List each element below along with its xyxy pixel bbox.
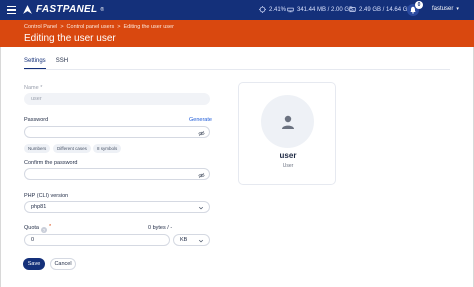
disk-stat: 2.49 GB / 14.64 GB <box>349 6 411 13</box>
tab-settings[interactable]: Settings <box>24 58 46 69</box>
disk-value: 2.49 GB / 14.64 GB <box>359 6 412 13</box>
user-card: user User <box>238 82 336 185</box>
user-card-name: user <box>279 151 297 160</box>
window-border-left <box>0 47 1 287</box>
cpu-stat: 2.41% <box>259 6 286 13</box>
quota-label-text: Quota <box>24 225 39 231</box>
notification-count-badge: 0 <box>415 1 423 9</box>
quota-unit-value: KB <box>180 237 188 243</box>
help-icon[interactable]: ? <box>41 227 47 233</box>
tab-ssh[interactable]: SSH <box>56 58 68 69</box>
page-header: Control Panel > Control panel users > Ed… <box>0 20 474 47</box>
breadcrumb-current: Editing the user user <box>123 24 174 30</box>
logo[interactable]: FASTPANEL ® <box>22 4 104 15</box>
cpu-value: 2.41% <box>269 6 287 13</box>
avatar <box>261 95 314 148</box>
disk-icon <box>349 7 356 12</box>
generate-password-link[interactable]: Generate <box>189 117 212 123</box>
quota-unit-select[interactable]: KB <box>173 234 210 246</box>
name-label-text: Name <box>24 85 39 91</box>
php-version-value: php81 <box>31 204 47 210</box>
breadcrumb: Control Panel > Control panel users > Ed… <box>24 24 174 30</box>
chevron-down-icon: ▾ <box>456 6 459 12</box>
password-label: Password <box>24 117 49 123</box>
password-hint-cases: Different cases <box>53 144 91 153</box>
breadcrumb-control-panel-users[interactable]: Control panel users <box>67 24 115 30</box>
confirm-password-field[interactable] <box>24 168 210 180</box>
password-hint-numbers: Numbers <box>24 144 51 153</box>
notifications-button[interactable]: 0 <box>407 1 423 16</box>
cancel-button[interactable]: Cancel <box>50 258 76 270</box>
eye-off-icon[interactable] <box>198 172 205 179</box>
breadcrumb-control-panel[interactable]: Control Panel <box>24 24 57 30</box>
menu-icon[interactable] <box>4 3 18 17</box>
quota-usage: 0 bytes / - <box>148 225 173 231</box>
eye-off-icon[interactable] <box>198 130 205 137</box>
top-navigation-bar: FASTPANEL ® 2.41% 341.44 MB / 2.00 GB 2.4… <box>0 0 474 20</box>
name-required-mark: * <box>40 85 43 91</box>
save-button[interactable]: Save <box>23 258 45 270</box>
php-version-select[interactable]: php81 <box>24 201 210 213</box>
chevron-down-icon <box>198 206 204 210</box>
user-card-role: User <box>282 163 294 169</box>
confirm-password-label: Confirm the password <box>24 160 78 166</box>
password-hint-symbols: 8 symbols <box>93 144 122 153</box>
breadcrumb-separator: > <box>60 24 64 30</box>
php-version-label: PHP (CLI) version <box>24 193 69 199</box>
chevron-down-icon <box>198 239 204 243</box>
breadcrumb-separator: > <box>117 24 121 30</box>
name-field: user <box>24 93 210 105</box>
quota-input[interactable]: 0 <box>24 234 170 246</box>
cpu-icon <box>259 6 266 13</box>
password-field[interactable] <box>24 126 210 138</box>
quota-value: 0 <box>31 237 35 243</box>
name-label: Name * <box>24 85 42 91</box>
memory-stat: 341.44 MB / 2.00 GB <box>287 6 353 13</box>
page-title: Editing the user user <box>24 33 116 44</box>
memory-icon <box>287 7 294 13</box>
fastpanel-logo-icon <box>23 5 32 14</box>
user-menu[interactable]: fastuser ▾ <box>432 6 459 12</box>
memory-value: 341.44 MB / 2.00 GB <box>297 6 354 13</box>
quota-required-mark: * <box>49 224 52 230</box>
brand-registered-mark: ® <box>100 6 105 13</box>
name-value: user <box>31 96 42 102</box>
quota-label: Quota <box>24 225 39 231</box>
tabs-divider <box>24 69 450 70</box>
brand-name: FASTPANEL <box>36 4 98 15</box>
tabs: Settings SSH <box>24 58 68 69</box>
username-label: fastuser <box>432 6 454 12</box>
user-icon <box>281 115 294 129</box>
